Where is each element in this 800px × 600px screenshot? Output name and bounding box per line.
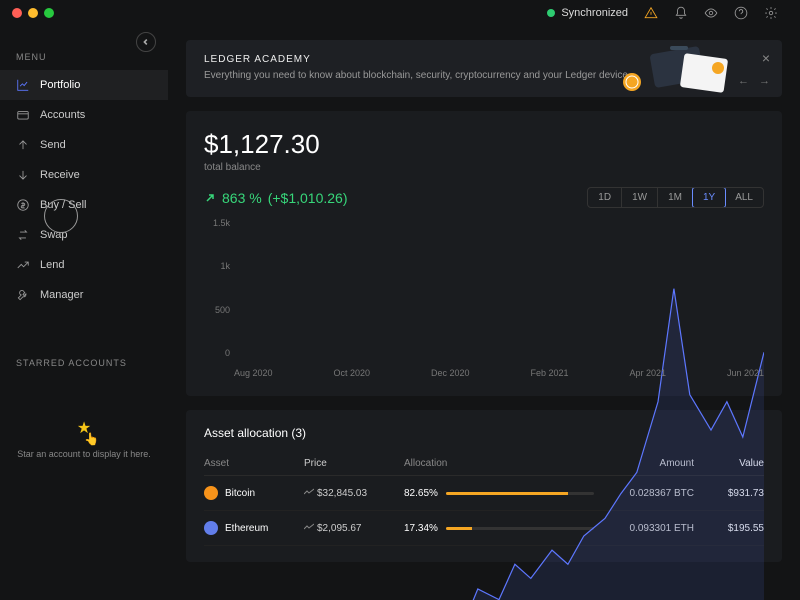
xtick: Oct 2020 xyxy=(334,368,371,378)
portfolio-card: $1,127.30 total balance 863 % (+$1,010.2… xyxy=(186,111,782,396)
academy-nav-arrows: ← → xyxy=(738,75,770,87)
arrow-down-icon xyxy=(16,168,30,182)
collapse-sidebar-button[interactable] xyxy=(136,32,156,52)
time-range-toggle: 1D 1W 1M 1Y ALL xyxy=(587,187,764,208)
help-icon[interactable] xyxy=(734,6,748,20)
range-1d[interactable]: 1D xyxy=(588,188,622,207)
academy-banner[interactable]: LEDGER ACADEMY Everything you need to kn… xyxy=(186,40,782,97)
maximize-window-dot[interactable] xyxy=(44,8,54,18)
xtick: Apr 2021 xyxy=(629,368,666,378)
xtick: Aug 2020 xyxy=(234,368,273,378)
sync-label: Synchronized xyxy=(561,7,628,19)
arrow-up-icon xyxy=(16,138,30,152)
xtick: Feb 2021 xyxy=(530,368,568,378)
coin-icon xyxy=(204,521,218,535)
xtick: Dec 2020 xyxy=(431,368,470,378)
change-abs: (+$1,010.26) xyxy=(268,190,348,206)
change-pct: 863 % xyxy=(222,190,262,206)
nav-label: Manager xyxy=(40,289,83,301)
range-1m[interactable]: 1M xyxy=(658,188,693,207)
balance-change: 863 % (+$1,010.26) xyxy=(204,190,348,206)
academy-desc: Everything you need to know about blockc… xyxy=(204,69,662,83)
cursor-hand-icon: 👆 xyxy=(84,432,99,446)
range-all[interactable]: ALL xyxy=(725,188,763,207)
starred-heading: STARRED ACCOUNTS xyxy=(0,340,168,376)
warning-icon[interactable] xyxy=(644,6,658,20)
sidebar-item-lend[interactable]: Lend xyxy=(0,250,168,280)
nav-label: Buy / Sell xyxy=(40,199,86,211)
total-balance: $1,127.30 xyxy=(204,129,764,160)
sidebar-item-buy-sell[interactable]: Buy / Sell xyxy=(0,190,168,220)
bell-icon[interactable] xyxy=(674,6,688,20)
nav-label: Receive xyxy=(40,169,80,181)
close-icon[interactable]: × xyxy=(762,50,770,66)
dollar-icon xyxy=(16,198,30,212)
sync-status: Synchronized xyxy=(547,7,628,19)
sidebar-item-manager[interactable]: Manager xyxy=(0,280,168,310)
main-content: LEDGER ACADEMY Everything you need to kn… xyxy=(168,26,800,600)
chart-line-icon xyxy=(16,78,30,92)
sidebar-item-receive[interactable]: Receive xyxy=(0,160,168,190)
academy-title: LEDGER ACADEMY xyxy=(204,54,662,65)
balance-label: total balance xyxy=(204,162,764,173)
minimize-window-dot[interactable] xyxy=(28,8,38,18)
nav-label: Lend xyxy=(40,259,64,271)
nav-label: Portfolio xyxy=(40,79,80,91)
range-1y[interactable]: 1Y xyxy=(692,187,726,208)
nav-label: Send xyxy=(40,139,66,151)
window-titlebar: Synchronized xyxy=(0,0,800,26)
ytick: 500 xyxy=(204,305,230,315)
chart-y-axis: 1.5k 1k 500 0 xyxy=(204,218,230,358)
sidebar-item-portfolio[interactable]: Portfolio xyxy=(0,70,168,100)
arrow-right-icon[interactable]: → xyxy=(759,75,770,87)
arrow-up-right-icon xyxy=(204,192,216,204)
starred-empty-state: ★ 👆 Star an account to display it here. xyxy=(0,418,168,461)
close-window-dot[interactable] xyxy=(12,8,22,18)
chart-line-svg xyxy=(234,218,764,600)
sidebar-item-send[interactable]: Send xyxy=(0,130,168,160)
star-icon: ★ 👆 xyxy=(77,418,91,438)
starred-hint-text: Star an account to display it here. xyxy=(14,448,154,461)
sidebar: MENU Portfolio Accounts Send Receive Buy… xyxy=(0,26,168,600)
sidebar-item-accounts[interactable]: Accounts xyxy=(0,100,168,130)
sidebar-item-swap[interactable]: Swap xyxy=(0,220,168,250)
nav-label: Swap xyxy=(40,229,68,241)
wallet-icon xyxy=(16,108,30,122)
xtick: Jun 2021 xyxy=(727,368,764,378)
tools-icon xyxy=(16,288,30,302)
ytick: 1.5k xyxy=(204,218,230,228)
gear-icon[interactable] xyxy=(764,6,778,20)
sync-dot-icon xyxy=(547,9,555,17)
swap-icon xyxy=(16,228,30,242)
portfolio-chart: 1.5k 1k 500 0 Aug 2020 Oct 2020 Dec 2020… xyxy=(204,218,764,378)
ytick: 1k xyxy=(204,261,230,271)
chart-x-axis: Aug 2020 Oct 2020 Dec 2020 Feb 2021 Apr … xyxy=(234,368,764,378)
academy-illustration xyxy=(602,42,742,98)
nav-label: Accounts xyxy=(40,109,85,121)
trend-up-icon xyxy=(16,258,30,272)
ytick: 0 xyxy=(204,348,230,358)
eye-icon[interactable] xyxy=(704,6,718,20)
range-1w[interactable]: 1W xyxy=(622,188,658,207)
coin-icon xyxy=(204,486,218,500)
